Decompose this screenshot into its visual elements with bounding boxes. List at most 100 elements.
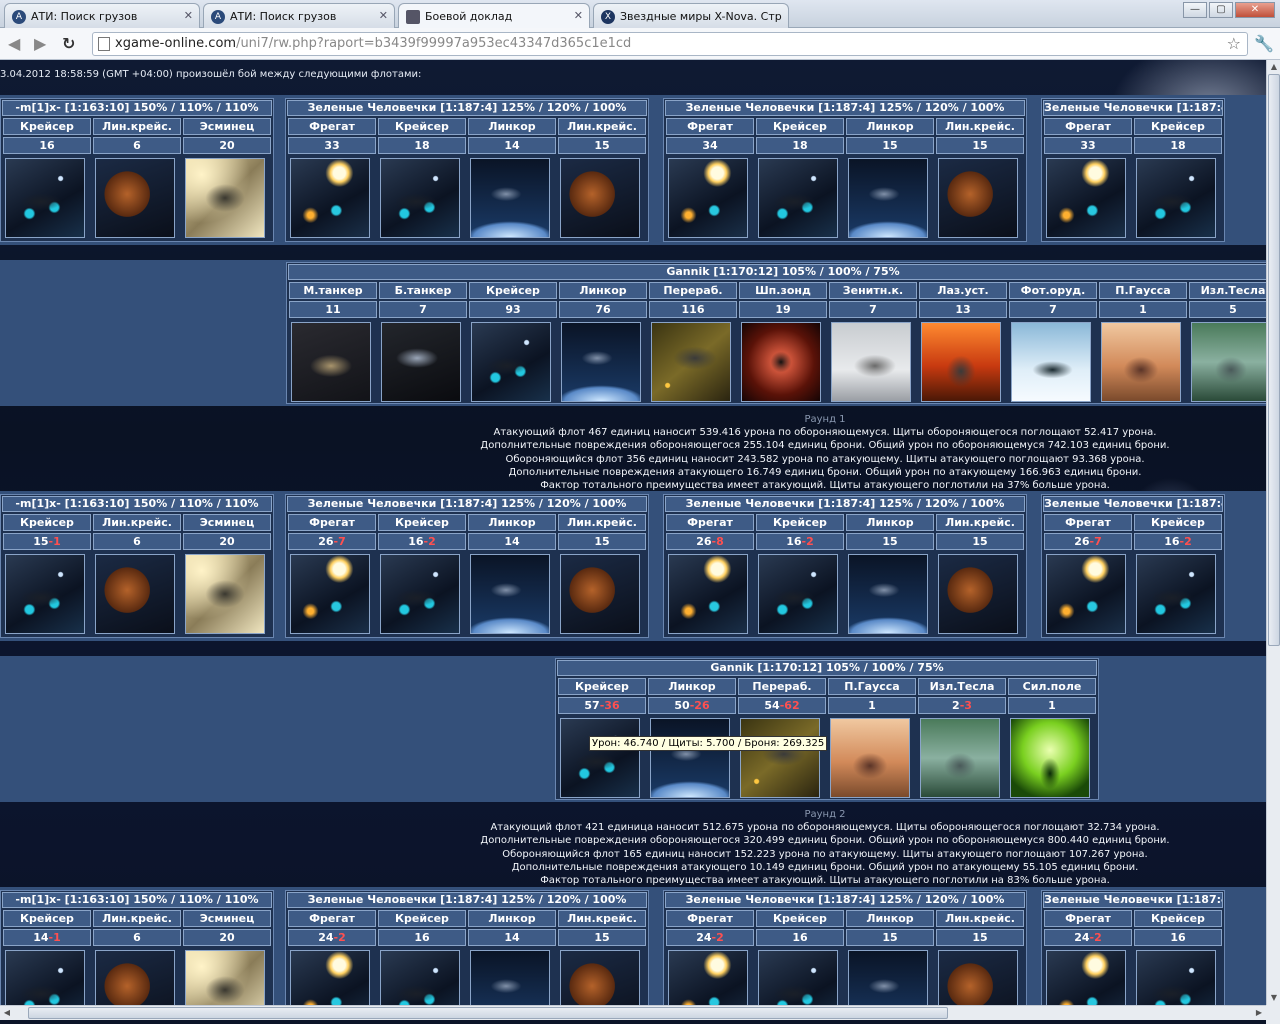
bookmark-star-icon[interactable]: ☆ — [1227, 34, 1241, 53]
cruiser-unit-image[interactable] — [758, 158, 838, 238]
cruiser-unit-image[interactable] — [1136, 158, 1216, 238]
tab-xnova[interactable]: X Звездные миры X-Nova. Стр — [593, 3, 789, 28]
frigate-unit-image[interactable] — [290, 554, 370, 634]
tab-battle-report[interactable]: Боевой доклад ✕ — [398, 3, 590, 28]
battleship-unit-image[interactable] — [470, 158, 550, 238]
scroll-thumb[interactable] — [28, 1007, 948, 1019]
cruiser-unit-image[interactable] — [560, 718, 640, 798]
unit-name: Крейсер — [378, 118, 466, 135]
unit-name: Крейсер — [756, 514, 844, 531]
cruiser-unit-image[interactable] — [471, 322, 551, 402]
unit-column: Лин.крейс. 15 — [558, 118, 646, 242]
flak-unit-image[interactable] — [831, 322, 911, 402]
linecruiser-unit-image[interactable] — [560, 158, 640, 238]
frigate-unit-image[interactable] — [1046, 950, 1126, 1005]
address-bar[interactable]: xgame-online.com/uni7/rw.php?raport=b343… — [92, 32, 1248, 56]
linecruiser-unit-image[interactable] — [95, 158, 175, 238]
probe-unit-image[interactable] — [741, 322, 821, 402]
unit-column: Шп.зонд 19 — [739, 282, 827, 406]
scroll-corner — [1266, 1005, 1280, 1024]
battleship-unit-image[interactable] — [848, 158, 928, 238]
round-summary-line: Дополнительные повреждения атакующего 16… — [508, 466, 1142, 478]
cruiser-unit-image[interactable] — [380, 554, 460, 634]
cruiser-unit-image[interactable] — [1136, 950, 1216, 1005]
vertical-scrollbar[interactable]: ▲ ▼ — [1266, 60, 1280, 1005]
minimize-button[interactable]: — — [1183, 2, 1207, 18]
photon-unit-image[interactable] — [1011, 322, 1091, 402]
unit-count-value: 15 — [972, 139, 988, 152]
tab-ati-1[interactable]: A АТИ: Поиск грузов ✕ — [4, 3, 200, 28]
attacker-fleet: Зеленые Человечки [1:187:4] 125% / 120% … — [663, 98, 1027, 242]
unit-count-value: 24 — [1074, 931, 1090, 944]
battleship-unit-image[interactable] — [650, 718, 730, 798]
destroyer-unit-image[interactable] — [185, 554, 265, 634]
fleet-title: Зеленые Человечки [1:187:4] 125% / 120% … — [665, 892, 1025, 908]
cruiser-unit-image[interactable] — [380, 950, 460, 1005]
tesla-unit-image[interactable] — [1191, 322, 1266, 402]
wrench-menu-icon[interactable]: 🔧 — [1254, 34, 1274, 53]
cruiser-unit-image[interactable] — [5, 950, 85, 1005]
cruiser-unit-image[interactable] — [1136, 554, 1216, 634]
unit-count: 15-1 — [3, 533, 91, 550]
unit-count: 7 — [829, 301, 917, 318]
fleet-title: Зеленые Человечки [1:187:4] 125% / 120% … — [665, 496, 1025, 512]
scroll-up-icon[interactable]: ▲ — [1267, 60, 1280, 74]
battleship-unit-image[interactable] — [848, 554, 928, 634]
shield-unit-image[interactable] — [1010, 718, 1090, 798]
tanker-b-unit-image[interactable] — [381, 322, 461, 402]
close-icon[interactable]: ✕ — [379, 9, 388, 22]
cruiser-unit-image[interactable] — [380, 158, 460, 238]
frigate-unit-image[interactable] — [290, 158, 370, 238]
frigate-unit-image[interactable] — [668, 950, 748, 1005]
tanker-m-unit-image[interactable] — [291, 322, 371, 402]
recycler-unit-image[interactable] — [651, 322, 731, 402]
frigate-unit-image[interactable] — [1046, 158, 1126, 238]
gauss-unit-image[interactable] — [830, 718, 910, 798]
cruiser-unit-image[interactable] — [758, 554, 838, 634]
forward-arrow-icon[interactable]: ▶ — [34, 34, 46, 53]
tab-title: АТИ: Поиск грузов — [31, 10, 138, 23]
linecruiser-unit-image[interactable] — [560, 950, 640, 1005]
linecruiser-unit-image[interactable] — [938, 950, 1018, 1005]
unit-column: Фрегат 26-7 — [288, 514, 376, 638]
cruiser-unit-image[interactable] — [758, 950, 838, 1005]
linecruiser-unit-image[interactable] — [938, 554, 1018, 634]
recycler-unit-image[interactable] — [740, 718, 820, 798]
unit-name: Лин.крейс. — [93, 514, 181, 531]
frigate-unit-image[interactable] — [668, 158, 748, 238]
scroll-left-icon[interactable]: ◀ — [0, 1006, 14, 1020]
linecruiser-unit-image[interactable] — [95, 950, 175, 1005]
scroll-down-icon[interactable]: ▼ — [1267, 991, 1280, 1005]
back-arrow-icon[interactable]: ◀ — [8, 34, 20, 53]
close-window-button[interactable]: ✕ — [1235, 2, 1275, 18]
reload-icon[interactable]: ↻ — [62, 34, 75, 53]
unit-count-value: 6 — [133, 139, 141, 152]
tab-ati-2[interactable]: A АТИ: Поиск грузов ✕ — [203, 3, 395, 28]
linecruiser-unit-image[interactable] — [560, 554, 640, 634]
battleship-unit-image[interactable] — [848, 950, 928, 1005]
destroyer-unit-image[interactable] — [185, 158, 265, 238]
close-icon[interactable]: ✕ — [574, 9, 583, 22]
laser-unit-image[interactable] — [921, 322, 1001, 402]
unit-name: Шп.зонд — [739, 282, 827, 299]
linecruiser-unit-image[interactable] — [95, 554, 175, 634]
scroll-thumb[interactable] — [1268, 74, 1280, 646]
horizontal-scrollbar[interactable]: ◀ ▶ — [0, 1005, 1266, 1020]
gauss-unit-image[interactable] — [1101, 322, 1181, 402]
unit-column: Лин.крейс. 15 — [936, 910, 1024, 1005]
destroyer-unit-image[interactable] — [185, 950, 265, 1005]
battleship-unit-image[interactable] — [470, 950, 550, 1005]
frigate-unit-image[interactable] — [1046, 554, 1126, 634]
cruiser-unit-image[interactable] — [5, 158, 85, 238]
frigate-unit-image[interactable] — [290, 950, 370, 1005]
tesla-unit-image[interactable] — [920, 718, 1000, 798]
scroll-right-icon[interactable]: ▶ — [1252, 1006, 1266, 1020]
cruiser-unit-image[interactable] — [5, 554, 85, 634]
close-icon[interactable]: ✕ — [184, 9, 193, 22]
linecruiser-unit-image[interactable] — [938, 158, 1018, 238]
frigate-unit-image[interactable] — [668, 554, 748, 634]
unit-column: Крейсер 16-2 — [756, 514, 844, 638]
maximize-button[interactable]: ▢ — [1209, 2, 1233, 18]
battleship-unit-image[interactable] — [561, 322, 641, 402]
battleship-unit-image[interactable] — [470, 554, 550, 634]
